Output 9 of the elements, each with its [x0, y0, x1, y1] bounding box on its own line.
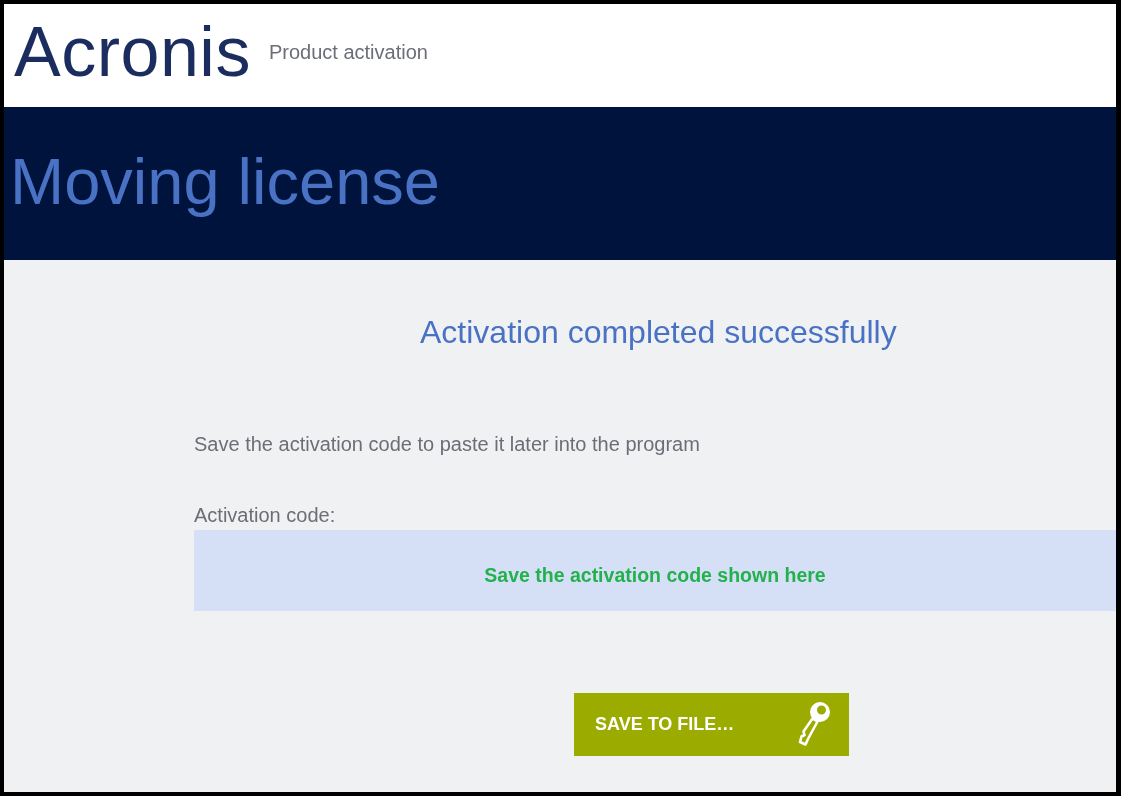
code-label: Activation code: — [194, 504, 336, 527]
success-heading: Activation completed successfully — [420, 314, 897, 351]
logo: Acronis — [14, 16, 251, 87]
page-title: Moving license — [10, 145, 440, 218]
activation-code-field[interactable]: Save the activation code shown here — [194, 530, 1116, 611]
key-icon — [797, 700, 831, 747]
header-subtitle: Product activation — [268, 41, 428, 64]
save-to-file-button[interactable]: SAVE TO FILE… — [574, 693, 849, 756]
instruction-text: Save the activation code to paste it later into the program — [194, 433, 700, 456]
